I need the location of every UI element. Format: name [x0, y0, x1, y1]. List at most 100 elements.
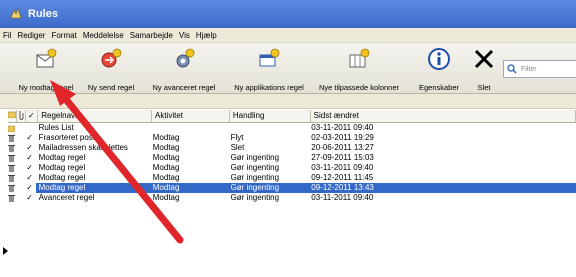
table-row-selected[interactable]: ✓ Modtag regel Modtag Gør ingenting 09-1…: [8, 183, 576, 193]
row-check[interactable]: ✓: [24, 173, 36, 183]
toolbar: Ny modtag regel Ny send regel Ny avancer…: [0, 43, 576, 94]
row-check[interactable]: ✓: [24, 163, 36, 173]
row-action: Flyt: [230, 133, 244, 142]
new-application-rule-icon: [259, 48, 280, 67]
column-header-name[interactable]: Regelnavn: [38, 110, 153, 122]
filter-input[interactable]: Filter: [503, 60, 576, 78]
properties-label: Egenskaber: [418, 83, 460, 92]
row-modified: 03-11-2011 09:40: [311, 163, 374, 172]
row-activity: Modtag: [152, 193, 180, 202]
new-application-rule-button[interactable]: Ny applikations regel: [228, 45, 310, 92]
row-action: Gør ingenting: [230, 183, 280, 192]
menu-bar: Fil Rediger Format Meddelelse Samarbejde…: [0, 28, 576, 43]
trash-icon: [8, 195, 15, 202]
row-name: Modtag regel: [38, 173, 86, 182]
table-row[interactable]: ✓ Modtag regel Modtag Gør ingenting 09-1…: [8, 173, 576, 183]
column-header-activity[interactable]: Aktivitet: [152, 110, 230, 122]
menu-meddelelse[interactable]: Meddelelse: [80, 31, 127, 40]
new-send-rule-icon: [101, 48, 122, 68]
row-modified: 27-09-2011 15:03: [311, 153, 374, 162]
info-icon: [428, 48, 450, 70]
menu-rediger[interactable]: Rediger: [14, 31, 48, 40]
table-row[interactable]: ✓ Modtag regel Modtag Gør ingenting 27-0…: [8, 153, 576, 163]
new-advanced-rule-label: Ny avanceret regel: [152, 83, 216, 92]
new-send-rule-button[interactable]: Ny send regel: [82, 45, 140, 92]
row-modified: 03-11-2011 09:40: [311, 193, 374, 202]
new-custom-columns-button[interactable]: Nye tilpassede kolonner: [312, 45, 406, 92]
menu-format[interactable]: Format: [48, 31, 79, 40]
row-action: Gør ingenting: [230, 193, 280, 202]
row-activity: Modtag: [152, 163, 180, 172]
row-activity: Modtag: [152, 173, 180, 182]
new-send-rule-label: Ny send regel: [87, 83, 135, 92]
delete-button[interactable]: Slet: [472, 45, 496, 92]
new-receive-rule-icon: [36, 48, 57, 68]
trash-icon: [8, 165, 15, 172]
trash-icon: [8, 175, 15, 182]
delete-x-icon: [474, 49, 494, 69]
new-custom-columns-label: Nye tilpassede kolonner: [318, 83, 400, 92]
table-row[interactable]: Rules List 03-11-2011 09:40: [8, 123, 576, 133]
row-check[interactable]: ✓: [24, 133, 36, 143]
row-activity: Modtag: [152, 183, 180, 192]
table-header: ✓ Regelnavn Aktivitet Handling Sidst ænd…: [8, 110, 576, 123]
row-name: Rules List: [38, 123, 74, 132]
trash-icon: [8, 135, 15, 142]
filter-placeholder: Filter: [521, 65, 537, 73]
properties-button[interactable]: Egenskaber: [414, 45, 464, 92]
trash-icon: [8, 145, 15, 152]
title-bar: Rules: [0, 0, 576, 28]
row-action: Gør ingenting: [230, 173, 280, 182]
row-activity: [150, 123, 228, 133]
table-row[interactable]: ✓ Modtag regel Modtag Gør ingenting 03-1…: [8, 163, 576, 173]
column-header-action[interactable]: Handling: [230, 110, 311, 122]
new-custom-columns-icon: [349, 48, 370, 68]
row-modified: 20-06-2011 13:27: [311, 143, 374, 152]
trash-icon: [8, 185, 15, 192]
table-row[interactable]: ✓ Avanceret regel Modtag Gør ingenting 0…: [8, 193, 576, 203]
table-row[interactable]: ✓ Frasorteret post Modtag Flyt 02-03-201…: [8, 133, 576, 143]
row-pointer-marker: [3, 247, 8, 255]
menu-fil[interactable]: Fil: [0, 31, 14, 40]
row-check[interactable]: [24, 123, 36, 133]
header-strip: [0, 94, 576, 109]
row-action: [228, 123, 309, 133]
row-check[interactable]: ✓: [24, 193, 36, 203]
row-activity: Modtag: [152, 133, 180, 142]
delete-label: Slet: [477, 83, 491, 92]
table-row[interactable]: ✓ Mailadressen skal slettes Modtag Slet …: [8, 143, 576, 153]
new-receive-rule-button[interactable]: Ny modtag regel: [14, 45, 78, 92]
row-name: Mailadressen skal slettes: [38, 143, 128, 152]
row-action: Gør ingenting: [230, 163, 280, 172]
row-name: Modtag regel: [38, 153, 86, 162]
row-check[interactable]: ✓: [24, 153, 36, 163]
new-advanced-rule-icon: [176, 48, 195, 68]
folder-icon: [8, 111, 16, 119]
folder-icon: [8, 125, 15, 132]
row-check[interactable]: ✓: [23, 183, 36, 193]
folder-column-header[interactable]: [8, 110, 17, 122]
row-name: Avanceret regel: [38, 193, 95, 202]
window-title: Rules: [28, 8, 58, 20]
row-name: Modtag regel: [38, 183, 86, 192]
row-modified: 09-12-2011 11:45: [311, 173, 374, 182]
menu-vis[interactable]: Vis: [176, 31, 193, 40]
menu-samarbejde[interactable]: Samarbejde: [127, 31, 176, 40]
row-check[interactable]: ✓: [24, 143, 36, 153]
check-column-header[interactable]: ✓: [26, 110, 39, 122]
row-action: Gør ingenting: [230, 153, 280, 162]
attachment-column-header[interactable]: [17, 110, 26, 122]
row-modified: 09-12-2011 13:43: [311, 183, 374, 192]
row-name: Modtag regel: [38, 163, 86, 172]
new-receive-rule-label: Ny modtag regel: [18, 83, 74, 92]
row-name: Frasorteret post: [38, 133, 96, 142]
new-application-rule-label: Ny applikations regel: [234, 83, 304, 92]
trash-icon: [8, 155, 15, 162]
column-header-modified[interactable]: Sidst ændret: [311, 110, 576, 122]
row-action: Slet: [230, 143, 245, 152]
new-advanced-rule-button[interactable]: Ny avanceret regel: [144, 45, 224, 92]
row-activity: Modtag: [152, 143, 180, 152]
menu-hjaelp[interactable]: Hjælp: [193, 31, 220, 40]
row-modified: 02-03-2011 19:29: [311, 133, 374, 142]
app-icon: [10, 8, 22, 19]
